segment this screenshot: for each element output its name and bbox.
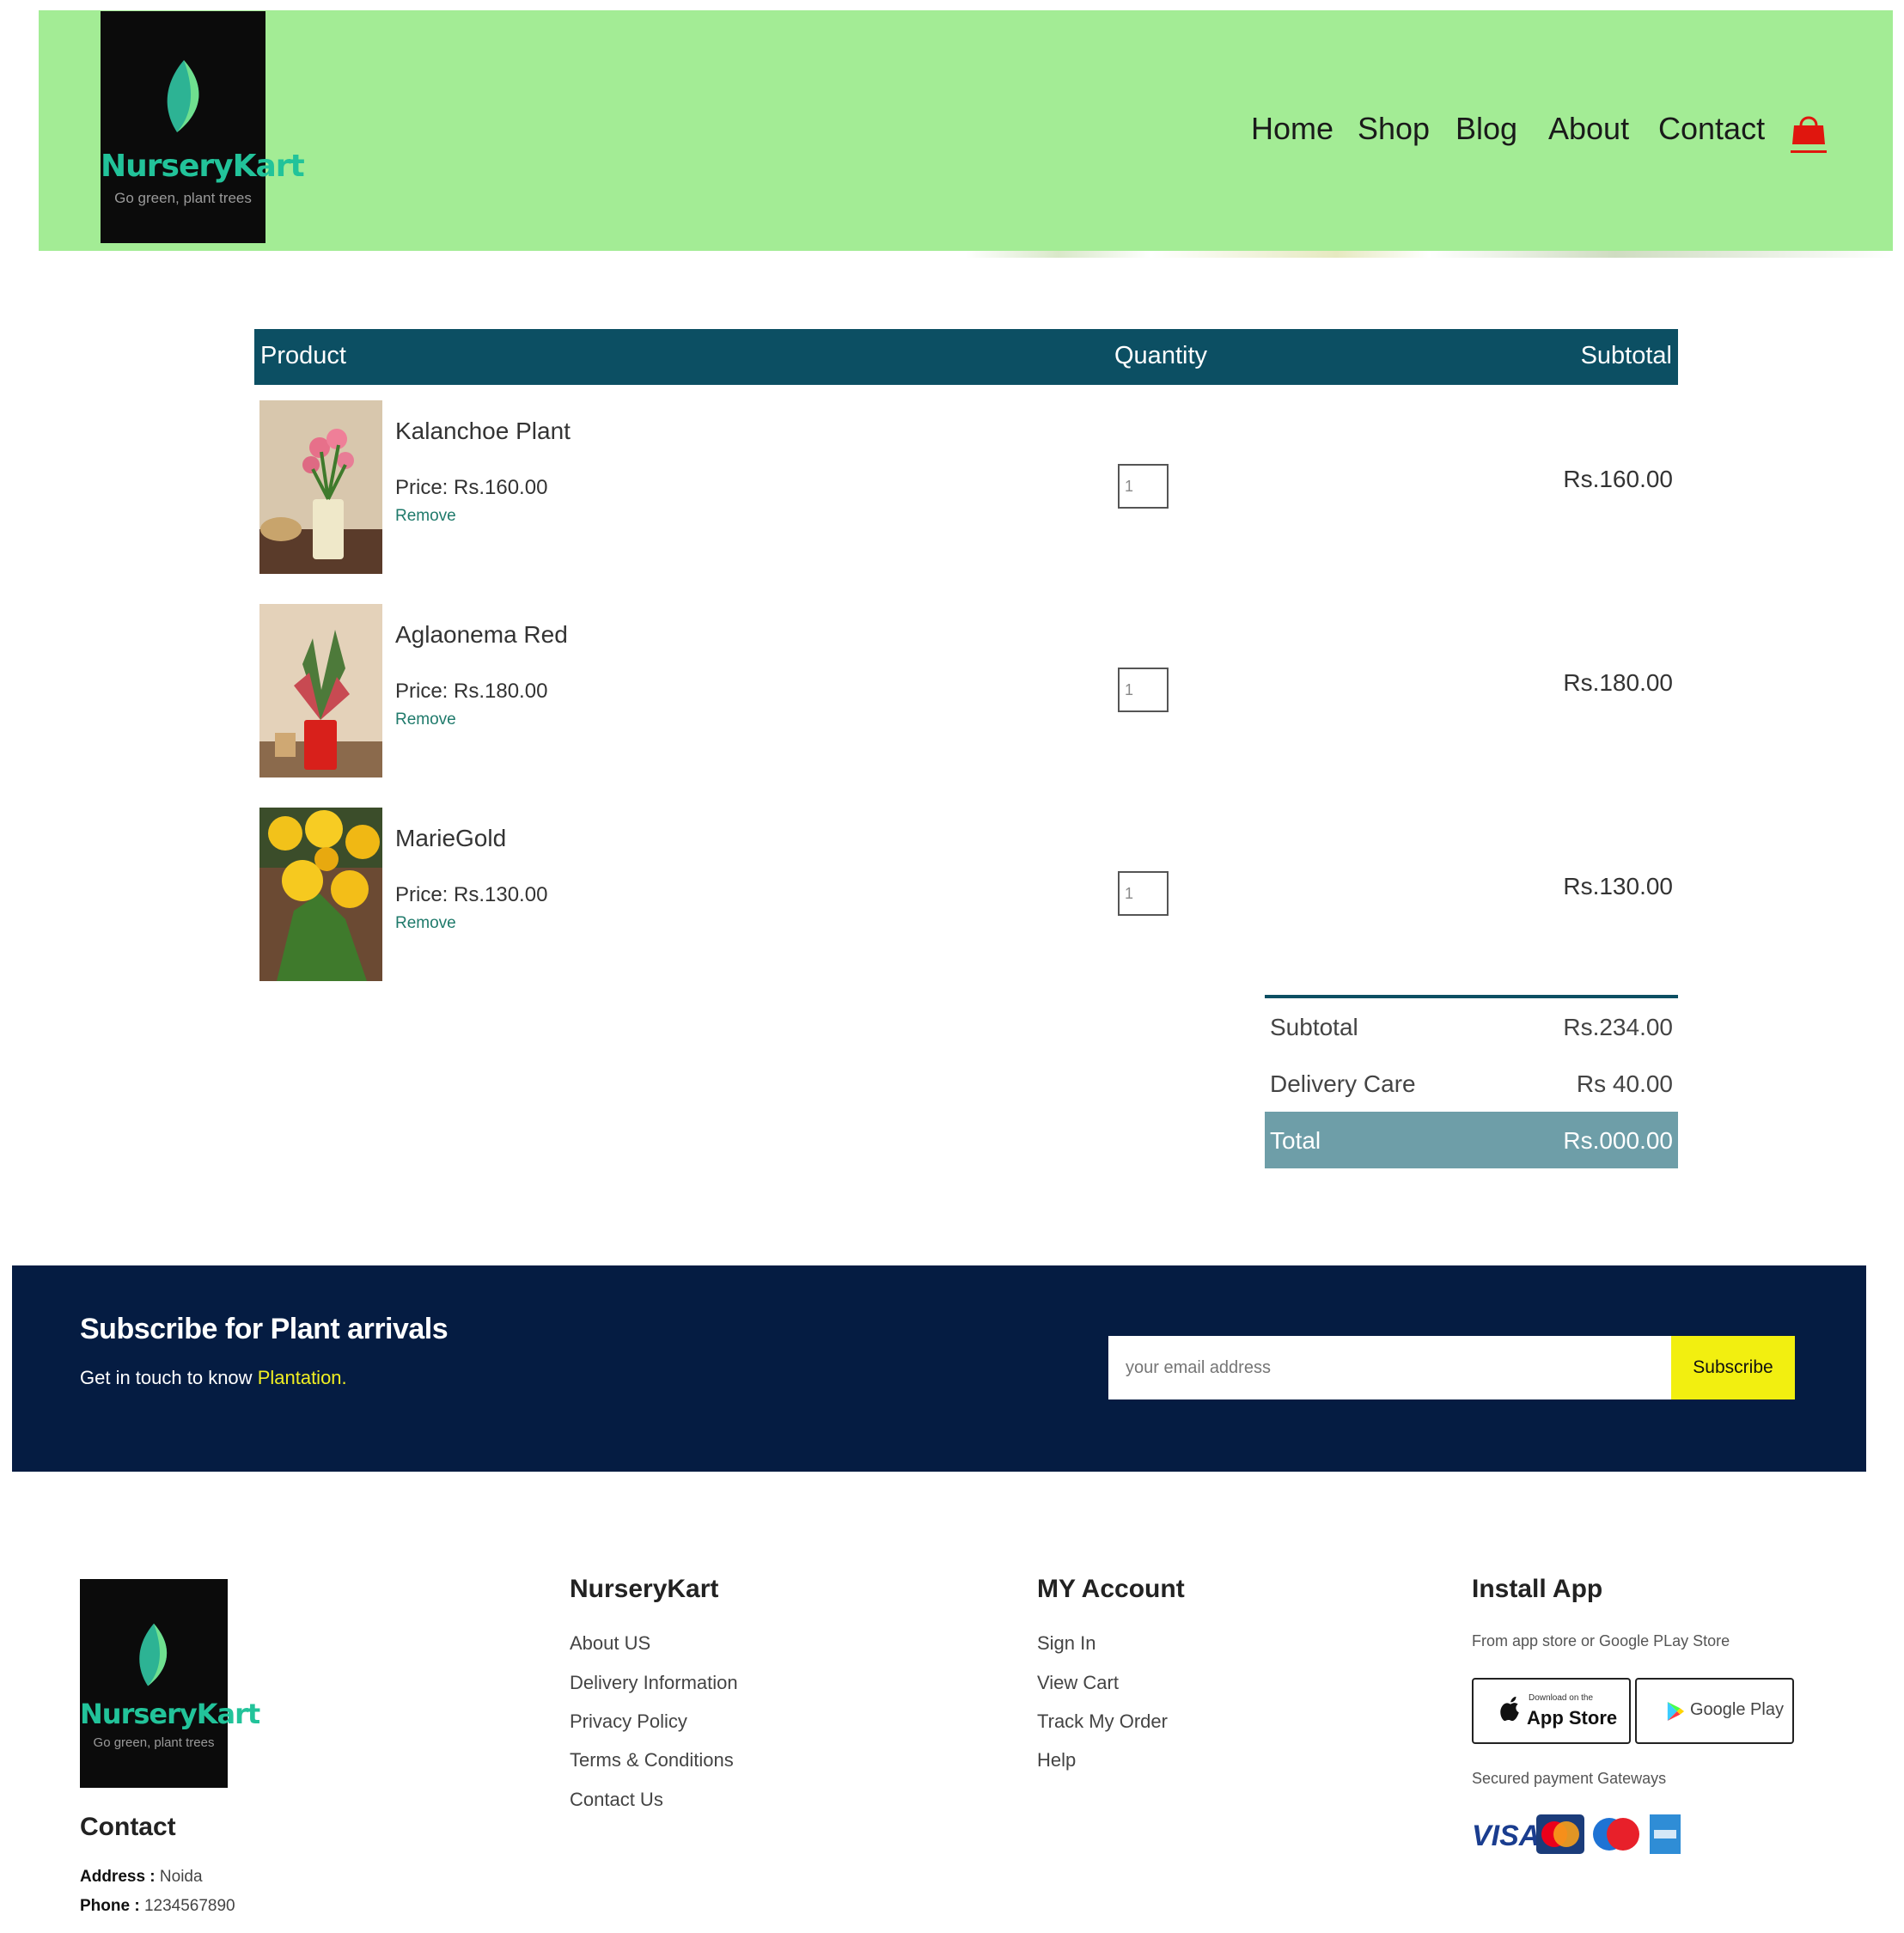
subtotal-row: Subtotal Rs.234.00 [1265,998,1678,1055]
install-app-subtitle: From app store or Google PLay Store [1472,1632,1730,1649]
contact-heading: Contact [80,1813,176,1841]
delivery-row: Delivery Care Rs 40.00 [1265,1055,1678,1112]
header-product: Product [260,342,346,369]
delivery-value: Rs 40.00 [1576,1070,1673,1097]
total-label: Total [1270,1127,1321,1154]
hero-image-strip [39,251,1893,258]
phone-value: 1234567890 [143,1897,235,1915]
nav-about[interactable]: About [1548,111,1629,147]
cart-table-header: Product Quantity Subtotal [254,329,1678,385]
product-image-aglaonema [259,604,382,777]
product-image-kalanchoe [259,400,382,574]
row-subtotal: Rs.180.00 [1563,669,1673,696]
product-price: Price: Rs.160.00 [395,476,548,499]
total-value: Rs.000.00 [1563,1127,1673,1154]
install-app-title: Install App [1472,1575,1603,1603]
newsletter-text-main: Get in touch to know [80,1367,253,1388]
remove-link[interactable]: Remove [395,507,456,526]
product-price: Price: Rs.130.00 [395,883,548,906]
leaf-icon [167,60,199,132]
product-name[interactable]: MarieGold [395,825,506,852]
row-subtotal: Rs.130.00 [1563,873,1673,899]
maestro-icon [1593,1818,1639,1851]
google-play-icon [1667,1702,1685,1721]
footer-link-privacy[interactable]: Privacy Policy [570,1710,687,1733]
mastercard-icon [1536,1814,1584,1854]
total-row: Total Rs.000.00 [1265,1112,1678,1168]
leaf-icon [139,1623,168,1686]
footer-link-signin[interactable]: Sign In [1037,1632,1096,1655]
app-store-label: App Store [1527,1707,1618,1729]
secured-payment-label: Secured payment Gateways [1472,1770,1667,1787]
logo-tagline: Go green, plant trees [114,190,252,206]
product-image-marigold [259,808,382,981]
footer-link-contact[interactable]: Contact Us [570,1789,663,1811]
footer-logo[interactable]: NurseryKart Go green, plant trees [80,1579,260,1788]
contact-phone: Phone : 1234567890 [80,1897,235,1916]
amex-icon [1650,1814,1681,1854]
product-price: Price: Rs.180.00 [395,680,548,703]
footer-link-viewcart[interactable]: View Cart [1037,1672,1119,1694]
logo-tagline: Go green, plant trees [93,1735,215,1750]
apple-icon [1500,1696,1519,1722]
remove-link[interactable]: Remove [395,710,456,729]
header-subtotal: Subtotal [1580,342,1672,369]
nav-blog[interactable]: Blog [1455,111,1517,147]
quantity-input[interactable] [1118,668,1169,712]
cart-row: Kalanchoe Plant Price: Rs.160.00 Remove … [254,400,1678,581]
address-value: Noida [159,1868,203,1886]
row-subtotal: Rs.160.00 [1563,466,1673,492]
nav-home[interactable]: Home [1251,111,1333,147]
visa-text: VISA [1472,1820,1541,1852]
footer-col-nurserykart-title: NurseryKart [570,1575,719,1603]
subtotal-value: Rs.234.00 [1563,1014,1673,1040]
address-label: Address : [80,1868,156,1886]
delivery-label: Delivery Care [1270,1070,1416,1097]
nav-contact[interactable]: Contact [1658,111,1765,147]
logo[interactable]: NurseryKart Go green, plant trees [101,11,305,243]
product-name[interactable]: Aglaonema Red [395,621,568,649]
newsletter-text: Get in touch to know Plantation. [80,1367,347,1389]
newsletter-highlight: Plantation. [257,1367,347,1388]
footer-link-delivery[interactable]: Delivery Information [570,1672,738,1694]
footer-link-help[interactable]: Help [1037,1749,1076,1771]
logo-brand: NurseryKart [101,149,305,184]
footer-link-about[interactable]: About US [570,1632,650,1655]
footer-link-track[interactable]: Track My Order [1037,1710,1168,1733]
subscribe-button[interactable]: Subscribe [1671,1336,1795,1399]
contact-address: Address : Noida [80,1868,203,1887]
logo-brand: NurseryKart [80,1698,260,1730]
google-play-label: Google Play [1690,1700,1784,1719]
cart-row: Aglaonema Red Price: Rs.180.00 Remove Rs… [254,604,1678,784]
nav-shop[interactable]: Shop [1358,111,1430,147]
email-input[interactable] [1108,1336,1671,1399]
header-quantity: Quantity [1114,342,1207,369]
app-store-small-text: Download on the [1529,1693,1594,1703]
remove-link[interactable]: Remove [395,914,456,933]
app-store-button[interactable]: Download on the App Store [1472,1678,1631,1744]
cart-row: MarieGold Price: Rs.130.00 Remove Rs.130… [254,808,1678,988]
quantity-input[interactable] [1118,871,1169,916]
product-name[interactable]: Kalanchoe Plant [395,418,571,445]
footer-col-account-title: MY Account [1037,1575,1185,1603]
google-play-button[interactable]: Google Play [1635,1678,1794,1744]
newsletter-band: Subscribe for Plant arrivals Get in touc… [12,1265,1866,1472]
visa-logo: VISA [1472,1814,1540,1854]
newsletter-title: Subscribe for Plant arrivals [80,1313,449,1345]
shopping-bag-icon[interactable] [1789,112,1828,155]
quantity-input[interactable] [1118,464,1169,509]
subtotal-label: Subtotal [1270,1014,1358,1040]
phone-label: Phone : [80,1897,140,1915]
footer-link-terms[interactable]: Terms & Conditions [570,1749,734,1771]
